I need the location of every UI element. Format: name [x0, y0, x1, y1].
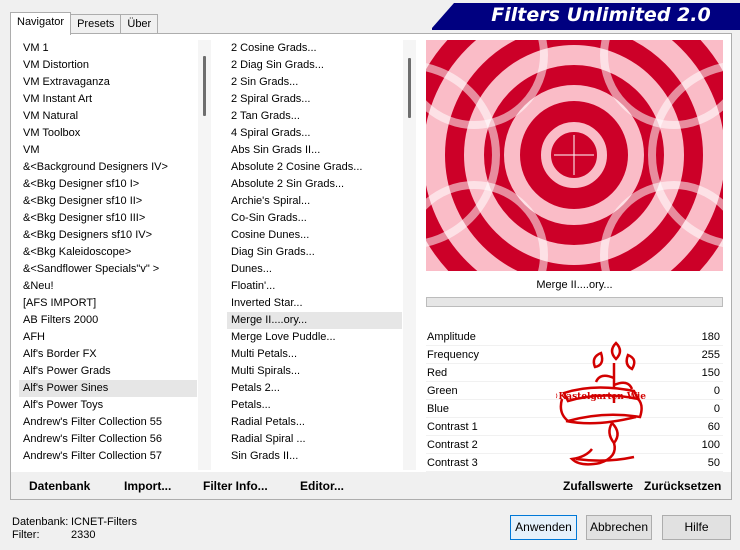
filter-list-item[interactable]: Absolute 2 Sin Grads... — [227, 176, 402, 193]
parameter-value[interactable]: 255 — [702, 346, 722, 364]
parameter-label: Blue — [427, 403, 450, 415]
cancel-button[interactable]: Abbrechen — [586, 515, 652, 540]
category-list-item[interactable]: &<Bkg Designer sf10 II> — [19, 193, 197, 210]
parameter-label: Contrast 3 — [427, 457, 478, 469]
filter-list-item[interactable]: 4 Spiral Grads... — [227, 125, 402, 142]
filter-list-item[interactable]: Floatin'... — [227, 278, 402, 295]
filter-list-item[interactable]: Multi Petals... — [227, 346, 402, 363]
filter-list-item[interactable]: 2 Sin Grads... — [227, 74, 402, 91]
category-list-item[interactable]: &<Bkg Designers sf10 IV> — [19, 227, 197, 244]
filter-scrollbar[interactable] — [403, 40, 416, 470]
parameter-value[interactable]: 150 — [702, 364, 722, 382]
filter-count-label: Filter: — [12, 529, 40, 541]
filter-list-item[interactable]: Archie's Spiral... — [227, 193, 402, 210]
parameter-value[interactable]: 0 — [714, 382, 722, 400]
parameter-value[interactable]: 180 — [702, 328, 722, 346]
category-list[interactable]: VM 1 VM Distortion VM Extravaganza VM Insta… — [19, 40, 197, 470]
category-list-item[interactable]: VM Instant Art — [19, 91, 197, 108]
category-list-item[interactable]: &<Bkg Kaleidoscope> — [19, 244, 197, 261]
editor-button[interactable]: Editor... — [300, 478, 344, 494]
category-list-item[interactable]: Alf's Border FX — [19, 346, 197, 363]
filter-list-item[interactable]: Merge Love Puddle... — [227, 329, 402, 346]
category-list-item[interactable]: VM Toolbox — [19, 125, 197, 142]
filter-progress-bar — [426, 297, 723, 307]
filter-list-item[interactable]: Merge II....ory... — [227, 312, 402, 329]
title-banner: Filters Unlimited 2.0 — [432, 3, 740, 28]
parameter-label: Contrast 1 — [427, 421, 478, 433]
preview-filter-name: Merge II....ory... — [536, 279, 613, 291]
category-list-item[interactable]: [AFS IMPORT] — [19, 295, 197, 312]
category-list-item[interactable]: Andrew's Filter Collection 57 — [19, 448, 197, 465]
parameter-value[interactable]: 50 — [708, 454, 722, 472]
category-list-item[interactable]: &<Background Designers IV> — [19, 159, 197, 176]
category-list-item[interactable]: VM Natural — [19, 108, 197, 125]
category-list-item[interactable]: Andrew's Filter Collection 56 — [19, 431, 197, 448]
filter-list-item[interactable]: Dunes... — [227, 261, 402, 278]
reset-button[interactable]: Zurücksetzen — [644, 478, 721, 494]
filter-scroll-thumb[interactable] — [408, 58, 411, 118]
import-button[interactable]: Import... — [124, 478, 171, 494]
title-banner-underline — [432, 28, 740, 30]
category-list-item[interactable]: &<Bkg Designer sf10 I> — [19, 176, 197, 193]
tab-uber[interactable]: Über — [120, 14, 159, 34]
filter-list-item[interactable]: Diag Sin Grads... — [227, 244, 402, 261]
category-list-item[interactable]: VM 1 — [19, 40, 197, 57]
tab-presets[interactable]: Presets — [70, 14, 122, 34]
tab-bar: Navigator Presets Über — [10, 12, 159, 35]
tab-navigator[interactable]: Navigator — [10, 12, 72, 35]
category-list-item[interactable]: Andrew's Filter Collection 55 — [19, 414, 197, 431]
category-list-item[interactable]: AB Filters 2000 — [19, 312, 197, 329]
category-list-item[interactable]: &<Bkg Designer sf10 III> — [19, 210, 197, 227]
parameter-label: Contrast 2 — [427, 439, 478, 451]
category-list-item[interactable]: &<Sandflower Specials"v" > — [19, 261, 197, 278]
filter-list-item[interactable]: 2 Tan Grads... — [227, 108, 402, 125]
watermark-logo: ©Kastelgarten Wien — [556, 341, 646, 466]
filter-list-item[interactable]: Cosine Dunes... — [227, 227, 402, 244]
datenbank-button[interactable]: Datenbank — [29, 478, 90, 494]
filter-list-item[interactable]: 2 Diag Sin Grads... — [227, 57, 402, 74]
category-scrollbar[interactable] — [198, 40, 211, 470]
category-list-item[interactable]: Alf's Power Toys — [19, 397, 197, 414]
filter-count-value: 2330 — [71, 529, 96, 541]
category-list-item[interactable]: VM Extravaganza — [19, 74, 197, 91]
parameter-label: Amplitude — [427, 331, 476, 343]
database-value: ICNET-Filters — [71, 516, 137, 528]
randomize-button[interactable]: Zufallswerte — [563, 478, 633, 494]
filter-list-item[interactable]: Co-Sin Grads... — [227, 210, 402, 227]
category-list-item[interactable]: AFH — [19, 329, 197, 346]
filter-list-item[interactable]: Petals... — [227, 397, 402, 414]
category-list-item[interactable]: VM Distortion — [19, 57, 197, 74]
watermark-text: ©Kastelgarten Wien — [556, 392, 646, 402]
category-list-item[interactable]: Alf's Power Sines — [19, 380, 197, 397]
parameter-label: Green — [427, 385, 458, 397]
filter-list-item[interactable]: Radial Petals... — [227, 414, 402, 431]
category-scroll-thumb[interactable] — [203, 56, 206, 116]
parameter-label: Frequency — [427, 349, 479, 361]
filter-list-item[interactable]: Petals 2... — [227, 380, 402, 397]
apply-button[interactable]: Anwenden — [510, 515, 577, 540]
help-button[interactable]: Hilfe — [662, 515, 731, 540]
filter-list-item[interactable]: 2 Cosine Grads... — [227, 40, 402, 57]
preview-pattern — [426, 40, 723, 271]
filter-count-status: Filter: 2330 — [12, 529, 95, 542]
category-list-item[interactable]: VM — [19, 142, 197, 159]
filter-list-item[interactable]: Multi Spirals... — [227, 363, 402, 380]
filter-info-button[interactable]: Filter Info... — [203, 478, 268, 494]
parameter-value[interactable]: 100 — [702, 436, 722, 454]
filter-list-item[interactable]: Absolute 2 Cosine Grads... — [227, 159, 402, 176]
parameter-value[interactable]: 0 — [714, 400, 722, 418]
parameter-label: Red — [427, 367, 448, 379]
database-label: Datenbank: — [12, 516, 69, 528]
filter-list-item[interactable]: Inverted Star... — [227, 295, 402, 312]
filter-list-item[interactable]: Radial Spiral ... — [227, 431, 402, 448]
database-status: Datenbank: ICNET-Filters — [12, 516, 137, 529]
filter-list-item[interactable]: Abs Sin Grads II... — [227, 142, 402, 159]
filter-list[interactable]: 2 Cosine Grads... 2 Diag Sin Grads... 2 Si… — [227, 40, 402, 470]
filter-preview-image — [426, 40, 723, 271]
category-list-item[interactable]: &Neu! — [19, 278, 197, 295]
parameter-value[interactable]: 60 — [708, 418, 722, 436]
category-list-item[interactable]: Alf's Power Grads — [19, 363, 197, 380]
filter-list-item[interactable]: 2 Spiral Grads... — [227, 91, 402, 108]
filter-list-item[interactable]: Sin Grads II... — [227, 448, 402, 465]
